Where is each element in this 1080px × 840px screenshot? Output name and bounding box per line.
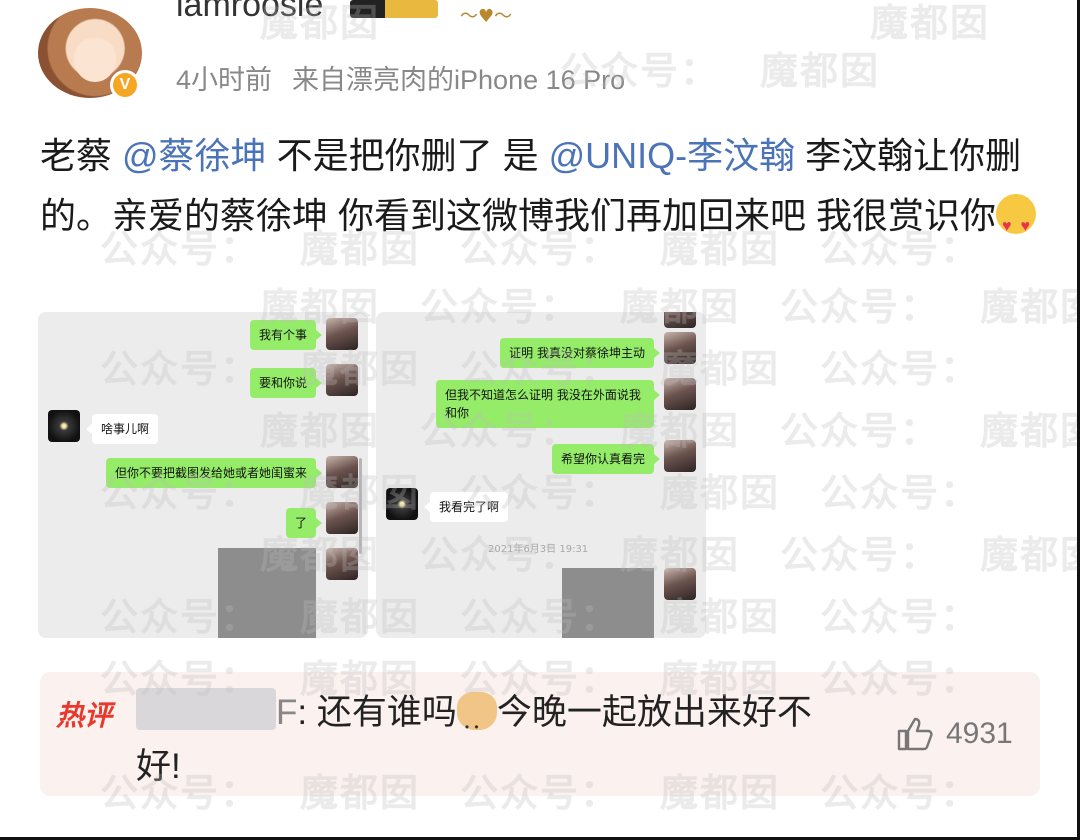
heart-eyes-emoji-icon	[996, 194, 1037, 257]
watermark: 公众号：	[780, 533, 941, 577]
post-meta: 4小时前 来自漂亮肉的iPhone 16 Pro	[176, 58, 625, 97]
chat-bubble-sent: 希望你认真看完	[551, 444, 661, 474]
mention-link[interactable]: @UNIQ-李汶翰	[549, 135, 796, 176]
mention-link[interactable]: @蔡徐坤	[122, 135, 267, 176]
hot-comment-tag: 热评	[56, 700, 113, 731]
verified-badge-icon: V	[110, 70, 140, 100]
sender-avatar	[664, 378, 696, 410]
sender-avatar	[664, 332, 696, 364]
post-text-part: 不是把你删了 是	[266, 135, 549, 176]
chat-bubble-sent: 但我不知道怎么证明 我没在外面说我和你	[436, 380, 660, 428]
thumbs-up-icon	[896, 716, 934, 752]
weibo-post-screen: V iamroosie 〜♥〜 4小时前 来自漂亮肉的iPhone 16 Pro…	[0, 0, 1080, 840]
hot-comment-text: F: 还有谁吗今晚一起放出来好不好!	[136, 686, 856, 794]
watermark: 公众号：	[820, 595, 981, 639]
chat-timestamp: 2021年6月3日 19:31	[488, 544, 589, 555]
chat-bubble-sent: 我有个事	[249, 320, 323, 350]
image-message	[218, 548, 316, 638]
watermark-row: 魔都囡	[870, 0, 1030, 47]
watermark: 魔都囡	[980, 285, 1077, 329]
post-text-part: 老蔡	[40, 135, 123, 176]
sender-avatar	[326, 318, 358, 350]
watermark: 魔都囡	[980, 409, 1077, 453]
receiver-avatar	[48, 410, 80, 442]
vip-level-icon	[350, 0, 438, 18]
post-body: 老蔡 @蔡徐坤 不是把你删了 是 @UNIQ-李汶翰 李汶翰让你删的。亲爱的蔡徐…	[40, 126, 1040, 257]
watermark: 公众号：	[820, 347, 981, 391]
sender-avatar	[664, 312, 696, 328]
scrollbar[interactable]	[359, 458, 362, 554]
like-count: 4931	[946, 717, 1013, 750]
post-source: 来自漂亮肉的iPhone 16 Pro	[292, 65, 626, 95]
watermark: 公众号：	[780, 285, 941, 329]
watermark: 公众号：	[780, 409, 941, 453]
chat-screenshot-left[interactable]: 我有个事 要和你说 啥事儿啊 但你不要把截图发给她或者她闺蜜来 了	[38, 312, 368, 638]
watermark: 魔都囡	[980, 533, 1077, 577]
chat-bubble-received: 我看完了啊	[423, 492, 509, 522]
sender-avatar	[664, 568, 696, 600]
username[interactable]: iamroosie	[176, 0, 323, 25]
hot-comment[interactable]: 热评 F: 还有谁吗今晚一起放出来好不好! 4931	[40, 672, 1040, 796]
comment-text-part: : 还有谁吗	[297, 693, 457, 732]
chat-bubble-sent: 但你不要把截图发给她或者她闺蜜来	[105, 458, 323, 488]
avatar-face	[74, 38, 116, 82]
chat-bubble-received: 啥事儿啊	[85, 414, 159, 444]
receiver-avatar	[386, 488, 418, 520]
sender-avatar	[326, 548, 358, 580]
watermark: 魔都囡	[760, 49, 881, 93]
chat-bubble-sent: 了	[285, 508, 323, 538]
image-message	[562, 568, 654, 638]
commenter-name-tail[interactable]: F	[276, 693, 297, 732]
chat-screenshot-right[interactable]: 证明 我真没对蔡徐坤主动 但我不知道怎么证明 我没在外面说我和你 希望你认真看完…	[376, 312, 706, 638]
dog-face-emoji-icon	[456, 692, 497, 754]
chat-bubble-sent: 要和你说	[249, 368, 323, 398]
chat-bubble-sent: 证明 我真没对蔡徐坤主动	[500, 338, 660, 368]
like-button[interactable]: 4931	[896, 716, 1013, 752]
post-time: 4小时前	[176, 65, 273, 95]
sender-avatar	[326, 364, 358, 396]
sender-avatar	[664, 440, 696, 472]
ornament-icon: 〜♥〜	[460, 6, 513, 27]
sender-avatar	[326, 502, 358, 534]
sender-avatar	[326, 456, 358, 488]
watermark: 公众号：	[820, 471, 981, 515]
watermark: 魔都囡	[870, 1, 991, 45]
